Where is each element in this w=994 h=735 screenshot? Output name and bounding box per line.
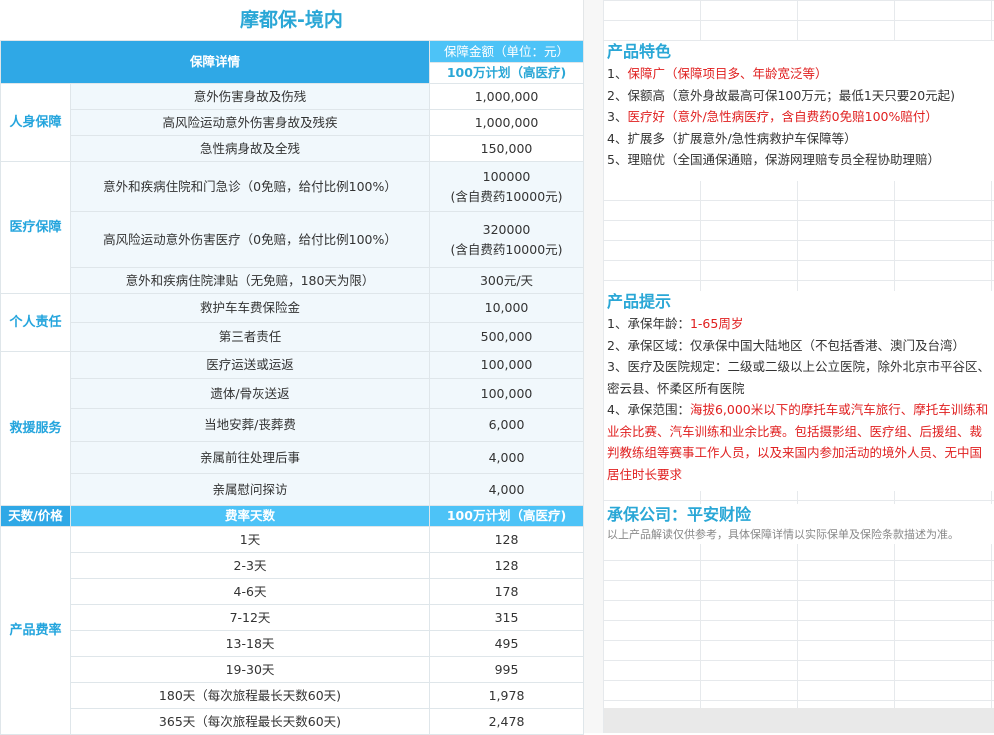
- coverage-value: 150,000: [429, 135, 585, 162]
- price-value: 2,478: [429, 708, 585, 735]
- price-value: 495: [429, 630, 585, 657]
- tips-heading: 产品提示: [607, 292, 672, 311]
- insurer-heading: 承保公司：平安财险: [607, 505, 752, 524]
- feature-item: 4、扩展多（扩展意外/急性病救护车保障等）: [607, 130, 857, 146]
- header-plan: 100万计划（高医疗): [429, 62, 585, 84]
- section-personal: 人身保障: [0, 83, 71, 162]
- tip-hospital: 3、医疗及医院规定：二级或二级以上公立医院，除外北京市平谷区、密云县、怀柔区所有…: [607, 359, 990, 396]
- price-value: 128: [429, 552, 585, 579]
- coverage-value: 100000 (含自费药10000元): [429, 161, 585, 212]
- coverage-value: 300元/天: [429, 267, 585, 294]
- price-header-days: 天数/价格: [0, 505, 71, 527]
- price-header-rate: 费率天数: [69, 505, 431, 527]
- price-value: 995: [429, 656, 585, 683]
- coverage-item: 亲属慰问探访: [69, 473, 431, 506]
- feature-item: 1、保障广（保障项目多、年龄宽泛等）: [607, 66, 828, 81]
- price-days: 4-6天: [69, 578, 431, 605]
- features-heading: 产品特色: [607, 42, 672, 61]
- coverage-value: 100,000: [429, 351, 585, 379]
- coverage-value: 500,000: [429, 322, 585, 352]
- price-days: 365天（每次旅程最长天数60天): [69, 708, 431, 735]
- page-title: 摩都保-境内: [240, 9, 343, 31]
- tips-panel: 产品提示 1、承保年龄：1-65周岁 2、承保区域：仅承保中国大陆地区（不包括香…: [604, 291, 994, 491]
- price-days: 180天（每次旅程最长天数60天): [69, 682, 431, 709]
- features-panel: 产品特色 1、保障广（保障项目多、年龄宽泛等） 2、保额高（意外身故最高可保10…: [604, 41, 994, 181]
- price-days: 2-3天: [69, 552, 431, 579]
- feature-item: 5、理赔优（全国通保通赔，保游网理赔专员全程协助理赔）: [607, 152, 940, 167]
- section-medical: 医疗保障: [0, 161, 71, 294]
- coverage-item: 意外伤害身故及伤残: [69, 83, 431, 110]
- disclaimer-note: 以上产品解读仅供参考，具体保障详情以实际保单及保险条款描述为准。: [607, 528, 959, 541]
- coverage-value: 100,000: [429, 378, 585, 409]
- value-note: (含自费药10000元): [450, 241, 563, 257]
- coverage-value: 1,000,000: [429, 83, 585, 110]
- coverage-item: 急性病身故及全残: [69, 135, 431, 162]
- coverage-item: 高风险运动意外伤害身故及残疾: [69, 109, 431, 136]
- price-value: 128: [429, 526, 585, 553]
- price-value: 1,978: [429, 682, 585, 709]
- coverage-item: 意外和疾病住院和门急诊（0免赔，给付比例100%）: [69, 161, 431, 212]
- price-days: 13-18天: [69, 630, 431, 657]
- coverage-item: 亲属前往处理后事: [69, 441, 431, 474]
- value-line: 100000: [482, 168, 531, 184]
- coverage-value: 320000 (含自费药10000元): [429, 211, 585, 268]
- price-value: 315: [429, 604, 585, 631]
- header-amount: 保障金额（单位：元）: [429, 40, 585, 63]
- value-note: (含自费药10000元): [450, 188, 563, 204]
- price-days: 19-30天: [69, 656, 431, 683]
- coverage-value: 4,000: [429, 441, 585, 474]
- insurer-panel: 承保公司：平安财险 以上产品解读仅供参考，具体保障详情以实际保单及保险条款描述为…: [604, 504, 994, 544]
- title-row: 摩都保-境内: [0, 0, 583, 41]
- header-details: 保障详情: [0, 40, 431, 84]
- coverage-item: 当地安葬/丧葬费: [69, 408, 431, 442]
- coverage-value: 4,000: [429, 473, 585, 506]
- coverage-item: 意外和疾病住院津贴（无免赔，180天为限）: [69, 267, 431, 294]
- coverage-value: 1,000,000: [429, 109, 585, 136]
- coverage-item: 医疗运送或运返: [69, 351, 431, 379]
- tip-age: 1、承保年龄：1-65周岁: [607, 316, 744, 331]
- tip-region: 2、承保区域：仅承保中国大陆地区（不包括香港、澳门及台湾）: [607, 337, 965, 353]
- price-days: 1天: [69, 526, 431, 553]
- feature-item: 3、医疗好（意外/急性病医疗，含自费药0免赔100%赔付）: [607, 109, 938, 124]
- price-value: 178: [429, 578, 585, 605]
- coverage-value: 6,000: [429, 408, 585, 442]
- footer-strip: [604, 708, 994, 733]
- price-header-plan: 100万计划（高医疗): [429, 505, 585, 527]
- coverage-item: 高风险运动意外伤害医疗（0免赔，给付比例100%）: [69, 211, 431, 268]
- coverage-item: 第三者责任: [69, 322, 431, 352]
- value-line: 320000: [482, 221, 531, 237]
- column-separator: [583, 0, 604, 733]
- feature-item: 2、保额高（意外身故最高可保100万元；最低1天只要20元起): [607, 87, 956, 103]
- tip-scope: 4、承保范围：海拔6,000米以下的摩托车或汽车旅行、摩托车训练和业余比赛、汽车…: [607, 402, 989, 482]
- section-price: 产品费率: [0, 526, 71, 735]
- coverage-item: 遗体/骨灰送返: [69, 378, 431, 409]
- price-days: 7-12天: [69, 604, 431, 631]
- coverage-table: 保障详情 保障金额（单位：元） 100万计划（高医疗) 人身保障 意外伤害身故及…: [0, 40, 585, 735]
- section-liability: 个人责任: [0, 293, 71, 352]
- section-rescue: 救援服务: [0, 351, 71, 506]
- coverage-item: 救护车车费保险金: [69, 293, 431, 323]
- coverage-value: 10,000: [429, 293, 585, 323]
